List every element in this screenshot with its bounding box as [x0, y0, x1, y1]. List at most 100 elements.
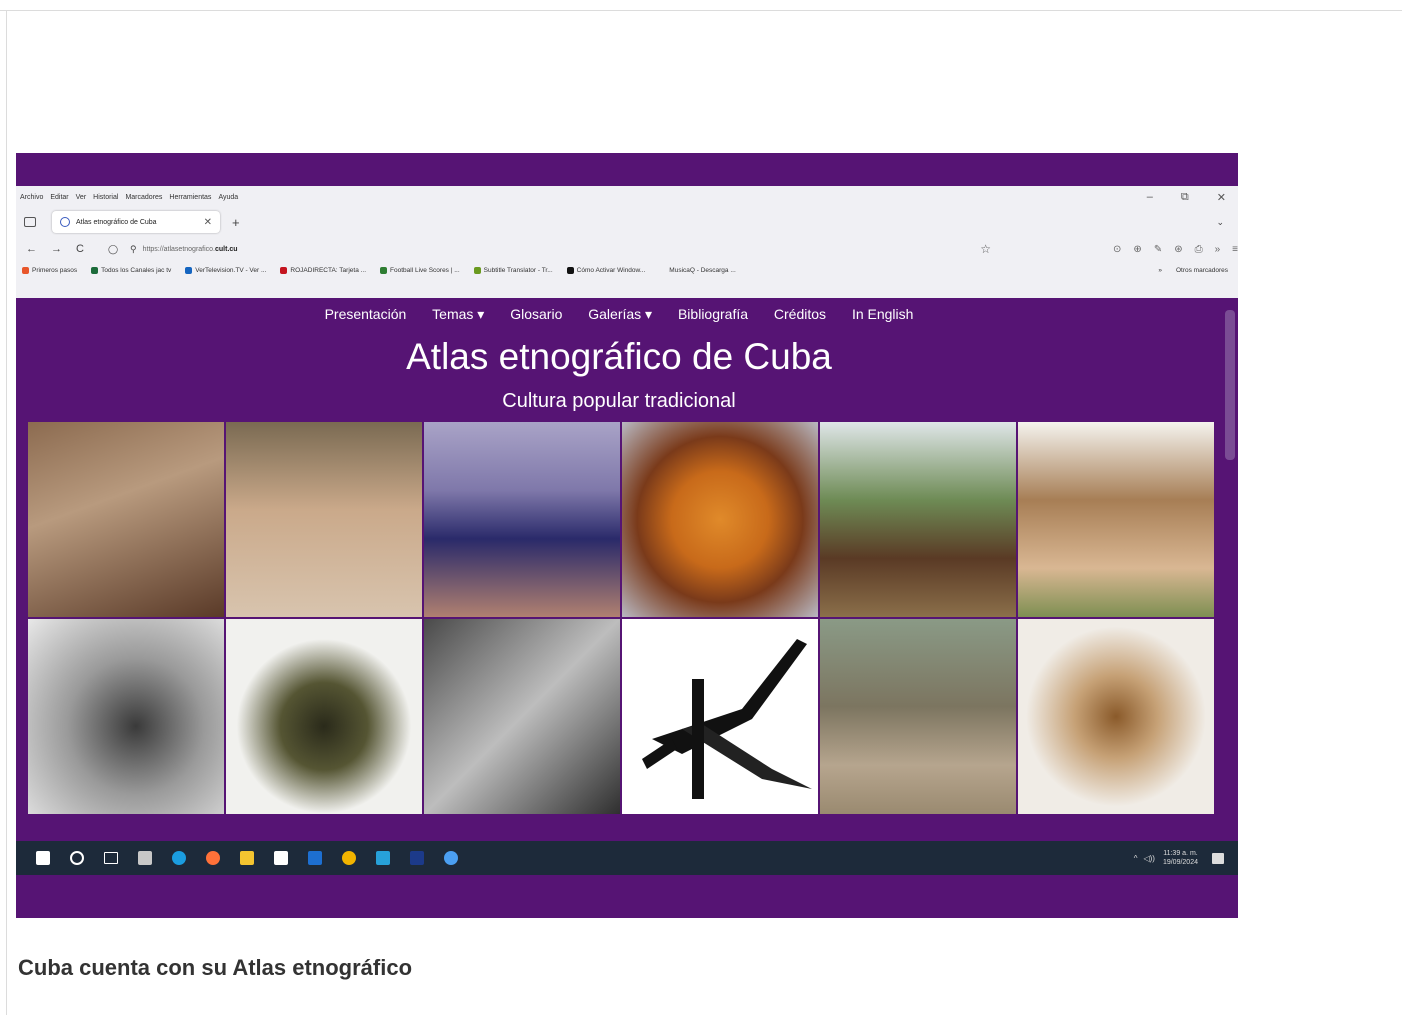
calculator-icon[interactable]: [138, 851, 152, 865]
bookmark-label: VerTelevision.TV - Ver ...: [195, 266, 267, 274]
app-icon[interactable]: [376, 851, 390, 865]
bookmark-item[interactable]: VerTelevision.TV - Ver ...: [185, 266, 267, 274]
tab-atlas[interactable]: Atlas etnográfico de Cuba ✕: [52, 211, 220, 233]
photo-plough-drawing[interactable]: [622, 619, 818, 814]
menu-marcadores[interactable]: Marcadores: [125, 194, 162, 201]
scrollbar-thumb[interactable]: [1225, 310, 1235, 460]
share-icon[interactable]: ⎙: [1195, 244, 1203, 255]
webpage-content: Presentación Temas ▾ Glosario Galerías ▾…: [16, 298, 1222, 820]
file-explorer-icon[interactable]: [240, 851, 254, 865]
forward-button[interactable]: →: [51, 243, 62, 255]
menu-editar[interactable]: Editar: [50, 194, 68, 201]
bookmark-item[interactable]: ROJADIRECTA: Tarjeta ...: [280, 266, 366, 274]
pocket-icon[interactable]: ⊙: [1113, 244, 1121, 255]
mail-icon[interactable]: [308, 851, 322, 865]
overflow-icon[interactable]: »: [1215, 244, 1221, 255]
photo-woman-bw[interactable]: [28, 619, 224, 814]
extensions-toolbar: ⊙ ⊕ ✎ ⊛ ⎙ » ≡: [1101, 244, 1238, 255]
nav-in-english[interactable]: In English: [852, 306, 913, 322]
bookmark-item[interactable]: Subtitle Translator - Tr...: [473, 266, 553, 274]
clock-time: 11:39 a. m.: [1163, 850, 1198, 857]
bookmark-item[interactable]: Cómo Activar Window...: [566, 266, 646, 274]
menu-bar: Archivo Editar Ver Historial Marcadores …: [16, 186, 1238, 208]
photo-straw-figure[interactable]: [1018, 619, 1214, 814]
tab-list-icon[interactable]: ⌄: [1216, 217, 1224, 228]
reload-button[interactable]: C: [76, 243, 84, 255]
bookmark-favicon-icon: [566, 266, 574, 274]
addon-icon[interactable]: ⊛: [1174, 244, 1182, 255]
notifications-icon[interactable]: [1212, 852, 1224, 864]
navigation-bar: ← → C ◯ ⚲ https://atlasetnografico. cult.…: [16, 236, 1238, 262]
search-icon[interactable]: [70, 851, 84, 865]
nav-presentacion[interactable]: Presentación: [325, 306, 407, 322]
bookmark-favicon-icon: [185, 266, 193, 274]
photo-costumed-dancer[interactable]: [226, 619, 422, 814]
firefox-icon[interactable]: [206, 851, 220, 865]
bookmark-label: Cómo Activar Window...: [576, 266, 646, 274]
menu-historial[interactable]: Historial: [93, 194, 118, 201]
page-scrollbar[interactable]: [1222, 298, 1238, 820]
menu-archivo[interactable]: Archivo: [20, 194, 43, 201]
site-nav: Presentación Temas ▾ Glosario Galerías ▾…: [16, 306, 1222, 323]
browser-chrome: Archivo Editar Ver Historial Marcadores …: [16, 186, 1238, 298]
bookmarks-overflow-icon[interactable]: »: [1158, 267, 1162, 274]
tab-close-icon[interactable]: ✕: [204, 217, 212, 228]
nav-glosario[interactable]: Glosario: [510, 306, 562, 322]
bookmark-item[interactable]: Primeros pasos: [22, 266, 77, 274]
photo-woman-portrait[interactable]: [226, 422, 422, 617]
url-prefix: https://atlasetnografico.: [142, 245, 216, 253]
tab-bar: Atlas etnográfico de Cuba ✕ + ⌄: [16, 208, 1238, 236]
minimize-icon[interactable]: –: [1147, 191, 1153, 204]
task-view-icon[interactable]: [104, 852, 118, 864]
nav-bibliografia[interactable]: Bibliografía: [678, 306, 748, 322]
bookmark-label: Football Live Scores | ...: [390, 266, 460, 274]
menu-icon[interactable]: ≡: [1232, 244, 1238, 255]
new-tab-button[interactable]: +: [232, 215, 240, 230]
clock[interactable]: 11:39 a. m. 19/09/2024: [1163, 849, 1198, 867]
firefox-view-icon[interactable]: [24, 217, 36, 227]
windows-taskbar: ^ ◁)) 11:39 a. m. 19/09/2024: [16, 841, 1238, 875]
bookmark-favicon-icon: [473, 266, 481, 274]
windows-start-icon[interactable]: [36, 851, 50, 865]
frame-top-border: [0, 10, 1402, 11]
tray-chevron-icon[interactable]: ^: [1134, 854, 1138, 863]
bookmark-item[interactable]: Football Live Scores | ...: [380, 266, 460, 274]
menu-ver[interactable]: Ver: [76, 194, 87, 201]
photo-elderly-man[interactable]: [28, 422, 224, 617]
extension-icon[interactable]: ✎: [1154, 244, 1162, 255]
close-window-icon[interactable]: ✕: [1217, 191, 1226, 204]
photoshop-icon[interactable]: [410, 851, 424, 865]
menu-ayuda[interactable]: Ayuda: [218, 194, 238, 201]
nav-creditos[interactable]: Créditos: [774, 306, 826, 322]
site-title: Atlas etnográfico de Cuba: [406, 336, 832, 377]
bookmark-favicon-icon: [380, 266, 388, 274]
photo-open-hut[interactable]: [820, 619, 1016, 814]
photo-cone-objects[interactable]: [424, 619, 620, 814]
bookmark-star-icon[interactable]: ☆: [980, 242, 991, 256]
recorder-icon[interactable]: [444, 851, 458, 865]
photo-man-with-drum[interactable]: [820, 422, 1016, 617]
photo-fruit-bowl[interactable]: [622, 422, 818, 617]
account-icon[interactable]: ⊕: [1133, 244, 1141, 255]
bookmark-label: Subtitle Translator - Tr...: [483, 266, 553, 274]
address-bar[interactable]: ◯ ⚲ https://atlasetnografico. cult.cu ☆: [102, 239, 1011, 259]
photo-thatched-house[interactable]: [1018, 422, 1214, 617]
other-bookmarks-folder[interactable]: Otros marcadores: [1176, 267, 1228, 274]
photo-fishermen[interactable]: [424, 422, 620, 617]
nav-galerias[interactable]: Galerías ▾: [588, 306, 652, 322]
nav-temas[interactable]: Temas ▾: [432, 306, 484, 322]
restore-icon[interactable]: ⧉: [1181, 191, 1189, 204]
back-button[interactable]: ←: [26, 243, 37, 255]
volume-icon[interactable]: ◁)): [1143, 854, 1154, 863]
bookmark-item[interactable]: MusicaQ - Descarga ...: [659, 266, 736, 274]
menu-herramientas[interactable]: Herramientas: [169, 194, 211, 201]
url-domain: cult.cu: [215, 245, 238, 253]
bookmark-favicon-icon: [659, 266, 667, 274]
edge-icon[interactable]: [172, 851, 186, 865]
store-icon[interactable]: [274, 851, 288, 865]
bookmark-item[interactable]: Todos los Canales jac tv: [91, 266, 172, 274]
bookmarks-bar: Primeros pasos Todos los Canales jac tv …: [16, 262, 1238, 278]
site-subtitle: Cultura popular tradicional: [502, 390, 736, 412]
bookmark-label: Todos los Canales jac tv: [101, 266, 172, 274]
chrome-icon[interactable]: [342, 851, 356, 865]
